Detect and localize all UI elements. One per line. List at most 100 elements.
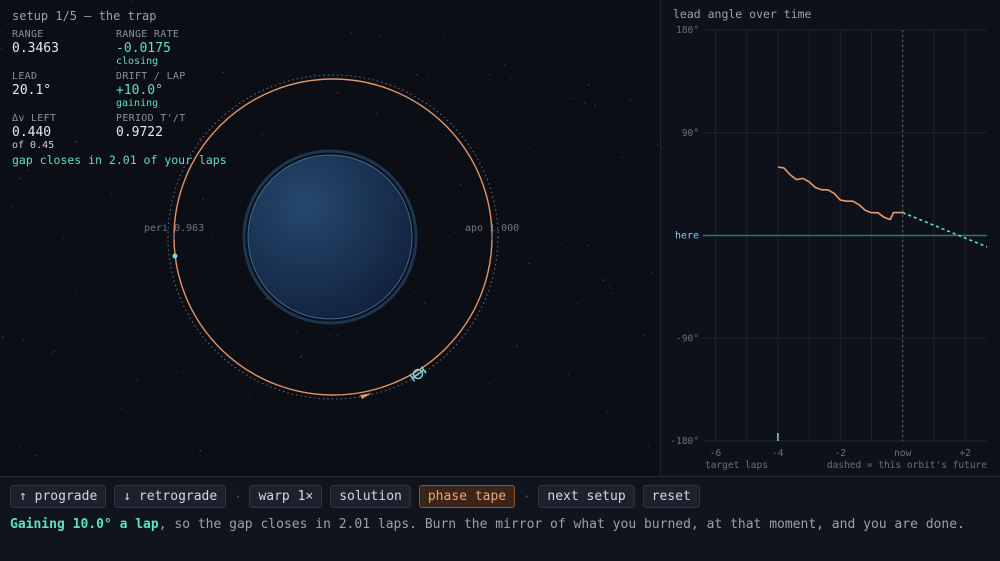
x-tick-label: -6: [710, 448, 722, 459]
star: [1, 336, 4, 338]
separator: ·: [523, 489, 531, 504]
hud-period: PERIOD T'/T 0.9722: [116, 113, 186, 140]
star: [415, 74, 418, 76]
star: [378, 35, 381, 37]
warp-button[interactable]: warp 1×: [249, 485, 323, 508]
star: [182, 345, 184, 346]
x-tick-label: now: [894, 448, 911, 459]
star: [181, 371, 183, 373]
planet: [247, 154, 413, 320]
star: [313, 74, 315, 76]
lead-angle-chart: 180° 90° -90° -180° here -6 -4 -2 now +2 target la…: [670, 25, 988, 471]
star: [577, 302, 579, 305]
star: [214, 340, 216, 342]
gap-message: gap closes in 2.01 of your laps: [12, 153, 227, 167]
retrograde-button[interactable]: ↓ retrograde: [114, 485, 227, 508]
star: [134, 241, 136, 243]
period-value: 0.9722: [116, 125, 163, 140]
star: [192, 74, 193, 76]
star: [657, 143, 659, 146]
star: [348, 327, 350, 329]
star: [211, 236, 213, 239]
star: [350, 32, 353, 34]
lead-value: 20.1°: [12, 83, 52, 98]
star: [582, 159, 584, 161]
star: [647, 445, 650, 448]
star: [130, 0, 132, 3]
star: [445, 435, 447, 437]
star: [627, 264, 629, 266]
next-setup-button[interactable]: next setup: [538, 485, 635, 508]
star: [500, 462, 503, 464]
chart-note: dashed = this orbit's future: [827, 460, 987, 471]
star: [337, 92, 339, 94]
star: [588, 84, 590, 86]
star: [427, 76, 429, 78]
star: [575, 74, 577, 76]
star: [175, 371, 178, 374]
star: [560, 243, 562, 245]
reset-button[interactable]: reset: [642, 485, 700, 508]
star: [89, 210, 92, 212]
star: [223, 15, 225, 17]
prograde-button[interactable]: ↑ prograde: [10, 485, 107, 508]
star: [199, 449, 202, 452]
star: [650, 272, 653, 275]
control-bar: ↑ prograde ↓ retrograde · warp 1× soluti…: [0, 476, 1000, 561]
x-tick-label: -4: [772, 448, 784, 459]
range-rate-note: closing: [116, 56, 159, 67]
star: [528, 262, 531, 265]
star: [136, 379, 138, 381]
star: [458, 10, 460, 12]
star: [62, 237, 64, 239]
star: [26, 169, 29, 171]
star: [655, 434, 656, 436]
star: [19, 446, 21, 448]
star: [75, 140, 78, 143]
star: [36, 349, 38, 351]
star: [560, 0, 562, 2]
future-lead-line: [902, 211, 988, 248]
hud-drift: DRIFT / LAP +10.0° gaining: [116, 71, 186, 109]
y-tick-label: 90°: [682, 128, 699, 139]
phase-tape-button[interactable]: phase tape: [418, 485, 516, 508]
star: [577, 94, 579, 96]
star: [621, 156, 623, 159]
star: [569, 97, 572, 100]
star: [375, 112, 378, 115]
hud-range-rate: RANGE RATE -0.0175 closing: [116, 29, 179, 67]
star: [602, 367, 604, 369]
star: [261, 133, 264, 136]
range-label: RANGE: [12, 29, 44, 40]
star: [213, 283, 215, 285]
orbit-view[interactable]: peri 0.963 apo 1.000 setup 1/5 — the tra…: [0, 0, 660, 476]
star: [608, 416, 610, 418]
star: [519, 339, 521, 341]
star: [611, 292, 614, 295]
star: [54, 225, 56, 227]
star: [63, 66, 65, 68]
star: [95, 248, 97, 250]
star: [172, 341, 174, 343]
star: [37, 265, 39, 267]
star: [527, 147, 530, 149]
star: [434, 27, 436, 29]
star: [309, 347, 311, 349]
x-axis-label: target laps: [705, 460, 768, 471]
star: [110, 192, 112, 195]
star: [75, 292, 78, 294]
star: [50, 352, 52, 354]
orbit-canvas[interactable]: peri 0.963 apo 1.000: [0, 0, 660, 476]
dv-note: of 0.45: [12, 140, 55, 151]
solution-button[interactable]: solution: [330, 485, 411, 508]
y-tick-label: -180°: [670, 436, 699, 447]
star: [171, 450, 173, 452]
lead-angle-chart-panel: lead angle over time 180° 90° -90° -180° her…: [660, 0, 1000, 476]
star: [411, 275, 413, 277]
star: [331, 396, 333, 398]
apo-label: apo 1.000: [465, 223, 519, 234]
hud-range: RANGE 0.3463: [12, 29, 59, 56]
hud-lead: LEAD 20.1°: [12, 71, 51, 98]
star: [509, 77, 512, 80]
star: [459, 184, 462, 186]
